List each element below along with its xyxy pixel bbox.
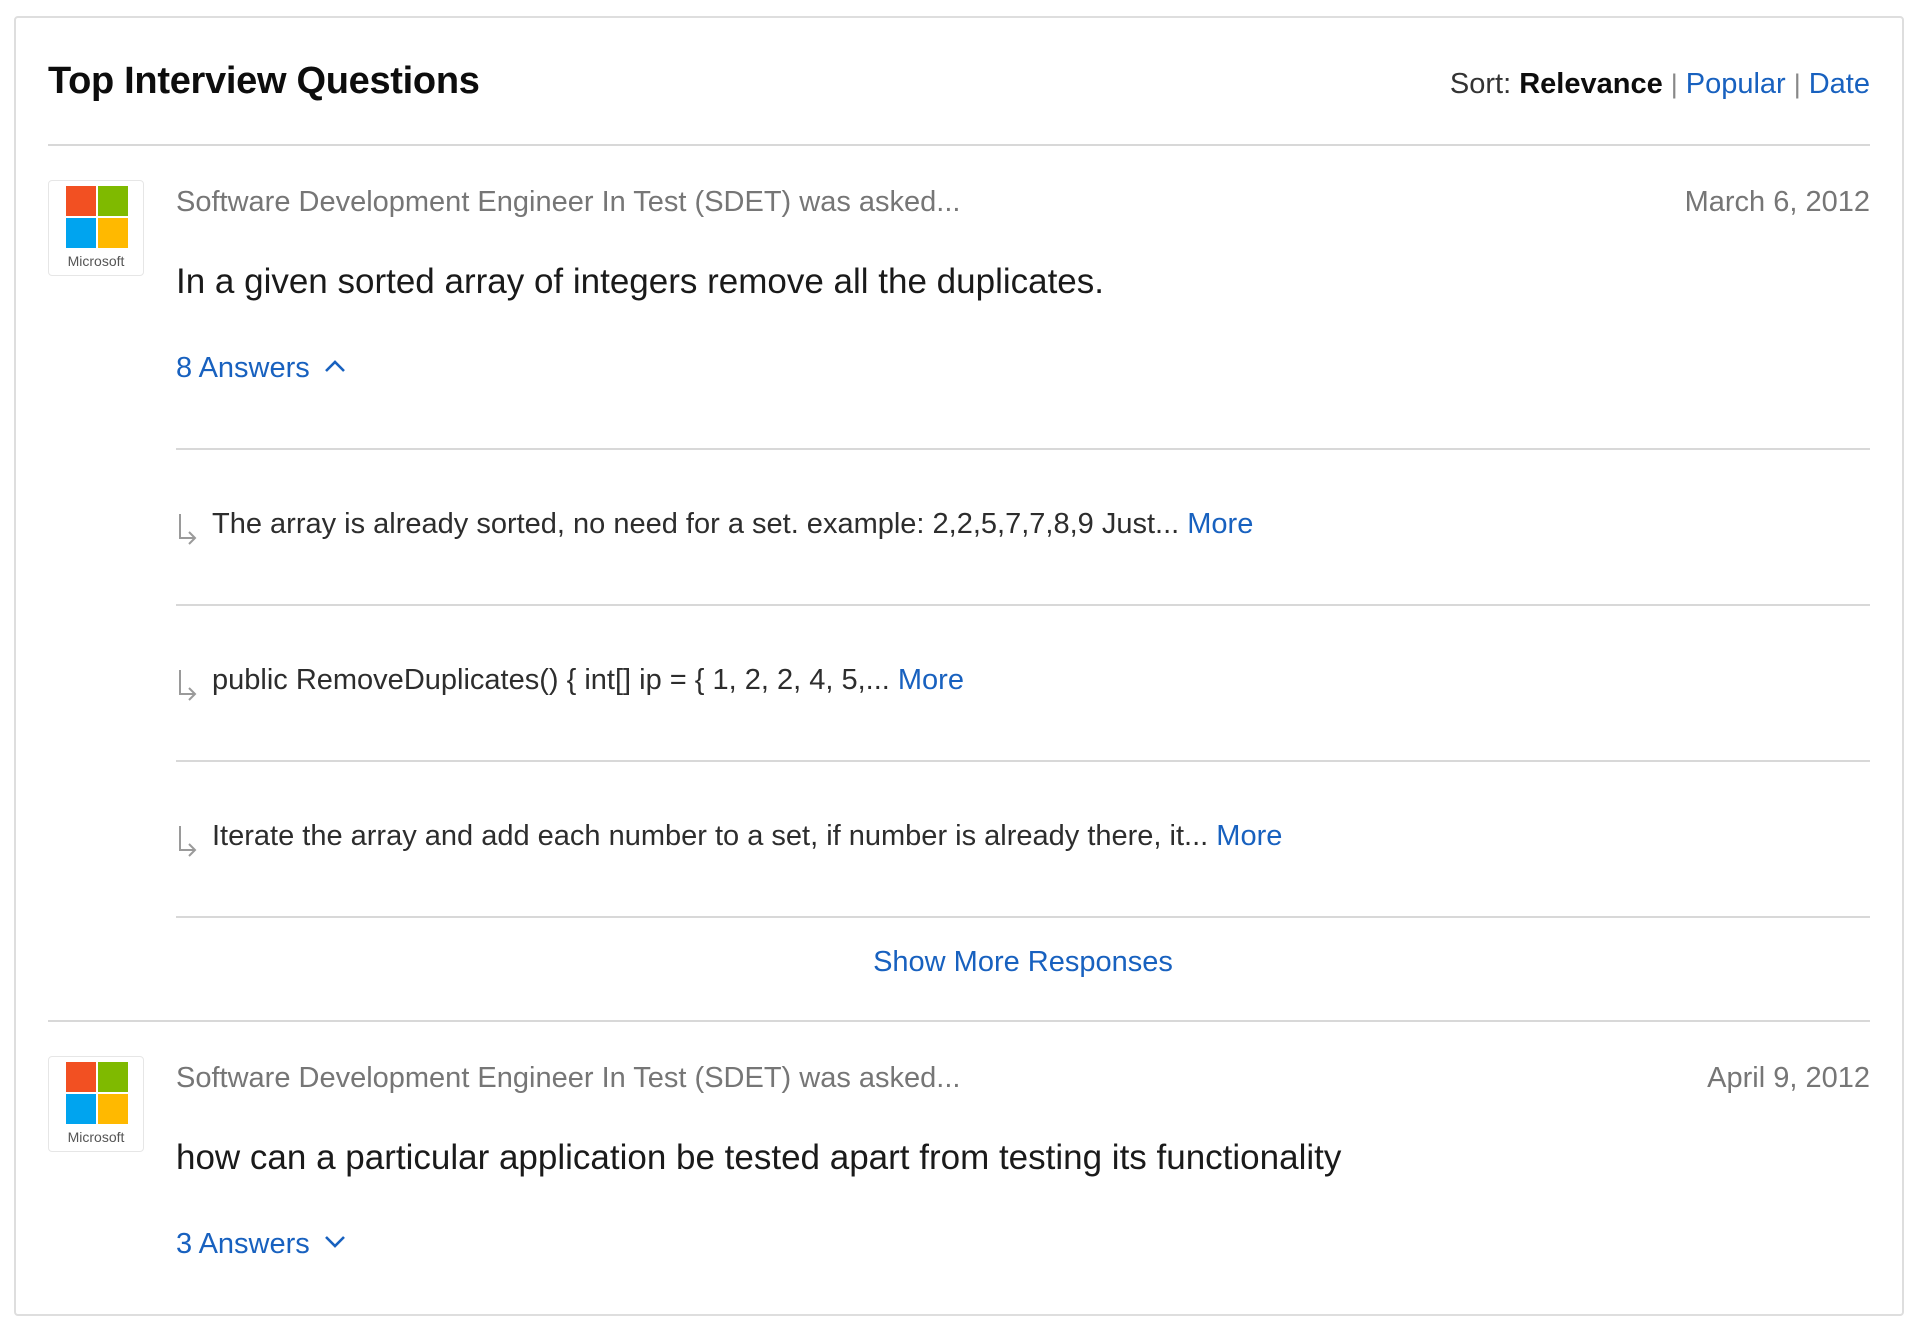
question-item: Microsoft Software Development Engineer …	[48, 146, 1870, 1022]
more-link[interactable]: More	[1216, 820, 1282, 852]
question-date: March 6, 2012	[1684, 186, 1870, 218]
reply-arrow-icon	[179, 514, 197, 545]
show-more-responses: Show More Responses	[176, 916, 1870, 1038]
question-item: Microsoft Software Development Engineer …	[48, 1022, 1870, 1342]
interview-questions-card: Top Interview Questions Sort: Relevance |…	[14, 16, 1904, 1316]
question-date: April 9, 2012	[1707, 1062, 1870, 1094]
answer-text: public RemoveDuplicates() { int[] ip = {…	[212, 664, 964, 697]
answer-text: The array is already sorted, no need for…	[212, 508, 1253, 541]
answer-item: public RemoveDuplicates() { int[] ip = {…	[176, 604, 1870, 760]
company-logo[interactable]: Microsoft	[48, 1056, 144, 1152]
chevron-down-icon	[324, 1236, 345, 1249]
answer-item: Iterate the array and add each number to…	[176, 760, 1870, 916]
microsoft-logo-icon	[66, 1062, 128, 1124]
question-text[interactable]: In a given sorted array of integers remo…	[176, 262, 1104, 302]
sort-option-relevance[interactable]: Relevance	[1519, 68, 1663, 100]
sort-label: Sort:	[1449, 68, 1512, 100]
sort-option-date[interactable]: Date	[1809, 68, 1870, 100]
show-more-responses-link[interactable]: Show More Responses	[873, 946, 1173, 979]
answers-count-label: 3 Answers	[176, 1228, 310, 1260]
microsoft-logo-icon	[66, 186, 128, 248]
reply-arrow-icon	[179, 670, 197, 701]
answers-toggle[interactable]: 3 Answers	[176, 1228, 346, 1261]
sort-controls: Sort: Relevance | Popular | Date	[1450, 68, 1870, 101]
answer-snippet: public RemoveDuplicates() { int[] ip = {…	[212, 664, 890, 696]
reply-arrow-icon	[179, 826, 197, 857]
section-title: Top Interview Questions	[48, 60, 480, 102]
answer-text: Iterate the array and add each number to…	[212, 820, 1282, 853]
role-asked-text: Software Development Engineer In Test (S…	[176, 1062, 961, 1094]
section-header: Top Interview Questions Sort: Relevance |…	[48, 18, 1870, 146]
more-link[interactable]: More	[1187, 508, 1253, 540]
answers-list: The array is already sorted, no need for…	[176, 448, 1870, 1038]
sort-separator: |	[1670, 69, 1678, 99]
answer-item: The array is already sorted, no need for…	[176, 448, 1870, 604]
answer-snippet: Iterate the array and add each number to…	[212, 820, 1209, 852]
answers-toggle[interactable]: 8 Answers	[176, 352, 346, 385]
company-logo[interactable]: Microsoft	[48, 180, 144, 276]
more-link[interactable]: More	[898, 664, 964, 696]
role-asked-text: Software Development Engineer In Test (S…	[176, 186, 961, 218]
answer-snippet: The array is already sorted, no need for…	[212, 508, 1180, 540]
answers-count-label: 8 Answers	[176, 352, 310, 384]
company-logo-text: Microsoft	[67, 1129, 125, 1145]
sort-option-popular[interactable]: Popular	[1686, 68, 1786, 100]
question-text[interactable]: how can a particular application be test…	[176, 1138, 1341, 1178]
sort-separator: |	[1793, 69, 1801, 99]
chevron-up-icon	[324, 360, 345, 373]
company-logo-text: Microsoft	[67, 253, 125, 269]
